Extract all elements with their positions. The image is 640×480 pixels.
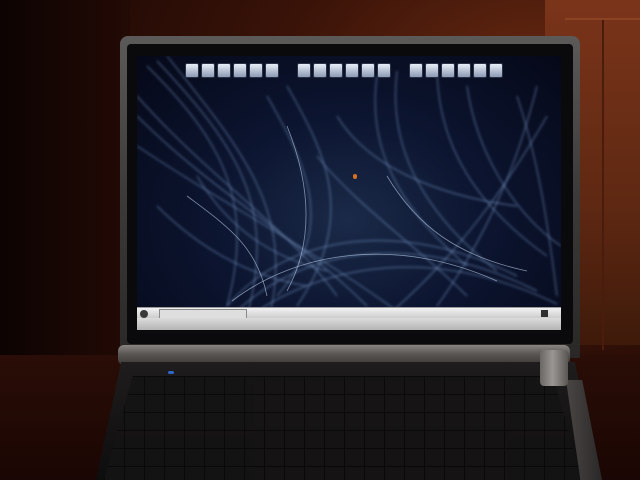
- app-icon[interactable]: [217, 62, 231, 78]
- app-icon[interactable]: [457, 62, 471, 78]
- app-icon[interactable]: [361, 62, 375, 78]
- laptop-screen: [137, 56, 561, 330]
- app-icon[interactable]: [201, 62, 215, 78]
- app-icon[interactable]: [441, 62, 455, 78]
- abstract-wallpaper: [137, 56, 561, 327]
- app-icon[interactable]: [489, 62, 503, 78]
- photo-scene: [0, 0, 640, 480]
- app-icon[interactable]: [329, 62, 343, 78]
- wall-post: [602, 20, 604, 350]
- hinge-cap: [540, 350, 568, 386]
- dock: [185, 60, 517, 80]
- mouse-cursor: [353, 174, 357, 179]
- screen-bottom-edge: [137, 318, 561, 330]
- app-icon[interactable]: [473, 62, 487, 78]
- app-icon[interactable]: [409, 62, 423, 78]
- app-icon[interactable]: [233, 62, 247, 78]
- app-icon[interactable]: [345, 62, 359, 78]
- app-icon[interactable]: [425, 62, 439, 78]
- app-icon[interactable]: [185, 62, 199, 78]
- keyboard: [104, 376, 582, 480]
- power-led: [168, 371, 174, 374]
- app-icon[interactable]: [313, 62, 327, 78]
- app-icon[interactable]: [265, 62, 279, 78]
- app-icon[interactable]: [297, 62, 311, 78]
- system-tray-icon[interactable]: [541, 310, 548, 317]
- app-icon[interactable]: [249, 62, 263, 78]
- start-menu-icon[interactable]: [140, 310, 148, 318]
- app-icon[interactable]: [377, 62, 391, 78]
